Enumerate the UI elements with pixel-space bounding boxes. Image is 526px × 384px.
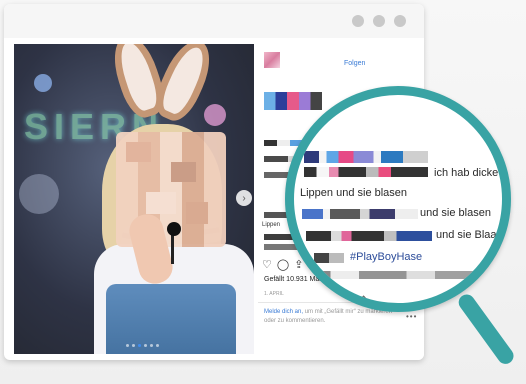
bokeh-light	[34, 74, 52, 92]
carousel-dot	[156, 344, 159, 347]
post-actions: ♡ ◯ ⇪	[262, 258, 303, 271]
pixelated-text	[302, 209, 418, 219]
ellipsis-icon[interactable]: •••	[406, 312, 417, 321]
login-prompt: Melde dich an, um mit „Gefällt mir“ zu m…	[264, 308, 396, 326]
pixelated-caption	[264, 92, 322, 110]
pixelated-text	[304, 167, 428, 177]
login-link[interactable]: Melde dich an,	[264, 309, 303, 315]
follow-button[interactable]: Folgen	[344, 60, 365, 67]
window-control-dot[interactable]	[373, 15, 385, 27]
magnified-line-3: und sie blasen	[420, 207, 491, 219]
post-date: 1. APRIL	[264, 291, 284, 297]
title-bar	[4, 4, 424, 38]
window-controls	[352, 15, 406, 27]
avatar[interactable]	[264, 52, 280, 68]
carousel-indicator	[126, 344, 159, 347]
carousel-dot	[144, 344, 147, 347]
magnified-hashtag: #PlayBoyHase	[350, 251, 423, 263]
heart-icon[interactable]: ♡	[262, 258, 272, 271]
carousel-dot	[126, 344, 129, 347]
next-arrow-icon[interactable]: ›	[236, 190, 252, 206]
magnified-line-2: Lippen und sie blasen	[300, 187, 408, 199]
pixelated-text	[306, 231, 432, 241]
comment-icon[interactable]: ◯	[277, 258, 289, 271]
post-photo[interactable]: SIERN ›	[14, 44, 254, 354]
pixelated-text	[314, 253, 344, 263]
caption-preview: Lippen	[262, 222, 281, 228]
window-control-dot[interactable]	[352, 15, 364, 27]
pixelated-text	[304, 151, 428, 163]
window-control-dot[interactable]	[394, 15, 406, 27]
pixelated-text	[302, 271, 492, 279]
magnified-line-1: ich hab dicke	[434, 167, 499, 179]
carousel-dot	[132, 344, 135, 347]
carousel-dot	[138, 344, 141, 347]
bokeh-light	[19, 174, 59, 214]
carousel-dot	[150, 344, 153, 347]
lollipop	[167, 222, 181, 236]
magnified-line-4: und sie Blaaasen	[436, 229, 509, 241]
magnifier-lens: ich hab dicke Lippen und sie blasen und …	[285, 86, 511, 312]
lollipop-stick	[171, 234, 174, 264]
bokeh-light	[204, 104, 226, 126]
